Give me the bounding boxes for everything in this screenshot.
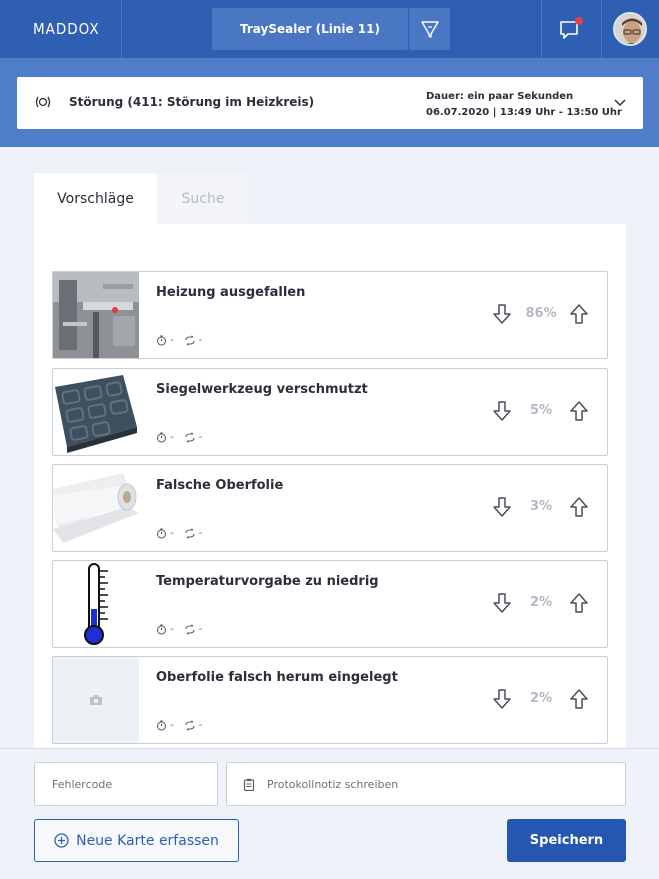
repeat-value: - <box>198 432 203 443</box>
repeat-value: - <box>198 335 203 346</box>
save-button[interactable]: Speichern <box>507 819 626 862</box>
notifications-button[interactable] <box>541 0 601 58</box>
suggestion-title: Heizung ausgefallen <box>156 285 306 300</box>
match-percentage: 5% <box>529 403 553 418</box>
machine-selector[interactable]: TraySealer (Linie 11) <box>212 8 408 50</box>
stopwatch-icon <box>156 335 167 346</box>
incident-title: Störung (411: Störung im Heizkreis) <box>69 95 315 109</box>
suggestion-title: Siegelwerkzeug verschmutzt <box>156 382 368 397</box>
repeat-icon <box>185 720 195 731</box>
repeat-value: - <box>198 624 203 635</box>
stopwatch-icon <box>156 528 167 539</box>
thermometer-icon <box>53 561 139 647</box>
app-logo[interactable]: MADDOX <box>0 0 121 58</box>
incident-card[interactable]: Störung (411: Störung im Heizkreis) Daue… <box>17 77 643 129</box>
time-value: - <box>170 528 174 539</box>
clipboard-icon <box>243 778 255 791</box>
stopwatch-icon <box>156 432 167 443</box>
chat-notification-icon <box>560 17 583 39</box>
arrow-up-icon[interactable] <box>568 303 590 325</box>
tab-suggestions[interactable]: Vorschläge <box>34 173 157 224</box>
repeat-icon <box>185 528 195 539</box>
match-percentage: 3% <box>529 499 553 514</box>
filter-icon <box>420 21 439 38</box>
repeat-value: - <box>198 528 203 539</box>
tray-photo <box>53 369 139 455</box>
repeat-icon <box>185 432 195 443</box>
plus-circle-icon <box>54 833 69 848</box>
arrow-up-icon[interactable] <box>568 688 590 710</box>
suggestion-meta: - - <box>156 720 202 731</box>
machine-photo <box>53 272 139 358</box>
log-note-field[interactable]: Protokollnotiz schreiben <box>226 762 626 806</box>
arrow-up-icon[interactable] <box>568 496 590 518</box>
suggestion-title: Oberfolie falsch herum eingelegt <box>156 670 398 685</box>
suggestion-title: Falsche Oberfolie <box>156 478 284 493</box>
arrow-up-icon[interactable] <box>568 400 590 422</box>
arrow-down-icon[interactable] <box>491 592 513 614</box>
match-percentage: 2% <box>529 595 553 610</box>
user-avatar[interactable] <box>613 12 647 46</box>
suggestion-meta: - - <box>156 528 202 539</box>
new-card-label: Neue Karte erfassen <box>76 832 219 849</box>
new-card-button[interactable]: Neue Karte erfassen <box>34 819 239 862</box>
repeat-icon <box>185 335 195 346</box>
suggestion-card[interactable]: Siegelwerkzeug verschmutzt - - 5% <box>52 368 608 456</box>
suggestion-meta: - - <box>156 432 202 443</box>
incident-duration: Dauer: ein paar Sekunden 06.07.2020 | 13… <box>426 89 622 121</box>
match-percentage: 2% <box>529 691 553 706</box>
time-value: - <box>170 335 174 346</box>
log-note-placeholder: Protokollnotiz schreiben <box>267 777 399 791</box>
suggestion-meta: - - <box>156 624 202 635</box>
foil-roll-photo <box>53 465 139 551</box>
repeat-icon <box>185 624 195 635</box>
time-value: - <box>170 624 174 635</box>
suggestion-card[interactable]: Temperaturvorgabe zu niedrig - - 2% <box>52 560 608 648</box>
camera-placeholder <box>53 657 139 743</box>
filter-button[interactable] <box>409 8 450 50</box>
time-value: - <box>170 432 174 443</box>
duration-text: Dauer: ein paar Sekunden <box>426 91 574 102</box>
match-percentage: 86% <box>525 306 557 321</box>
arrow-down-icon[interactable] <box>491 303 513 325</box>
error-code-placeholder: Fehlercode <box>52 777 113 791</box>
suggestion-card[interactable]: Falsche Oberfolie - - 3% <box>52 464 608 552</box>
camera-icon <box>90 695 102 705</box>
divider <box>601 0 602 58</box>
top-bar: MADDOX TraySealer (Linie 11) <box>0 0 659 58</box>
arrow-down-icon[interactable] <box>491 688 513 710</box>
repeat-value: - <box>198 720 203 731</box>
tab-search[interactable]: Suche <box>157 173 249 224</box>
stopwatch-icon <box>156 720 167 731</box>
time-range: 06.07.2020 | 13:49 Uhr - 13:50 Uhr <box>426 107 622 118</box>
chevron-down-icon[interactable] <box>613 96 627 110</box>
arrow-down-icon[interactable] <box>491 400 513 422</box>
suggestion-card[interactable]: Oberfolie falsch herum eingelegt - - 2% <box>52 656 608 744</box>
suggestion-meta: - - <box>156 335 202 346</box>
time-value: - <box>170 720 174 731</box>
arrow-up-icon[interactable] <box>568 592 590 614</box>
arrow-down-icon[interactable] <box>491 496 513 518</box>
error-code-field[interactable]: Fehlercode <box>34 762 218 806</box>
stopwatch-icon <box>156 624 167 635</box>
alarm-icon <box>35 96 51 108</box>
suggestion-card[interactable]: Heizung ausgefallen - - 86% <box>52 271 608 359</box>
suggestion-title: Temperaturvorgabe zu niedrig <box>156 574 379 589</box>
divider <box>121 0 122 58</box>
